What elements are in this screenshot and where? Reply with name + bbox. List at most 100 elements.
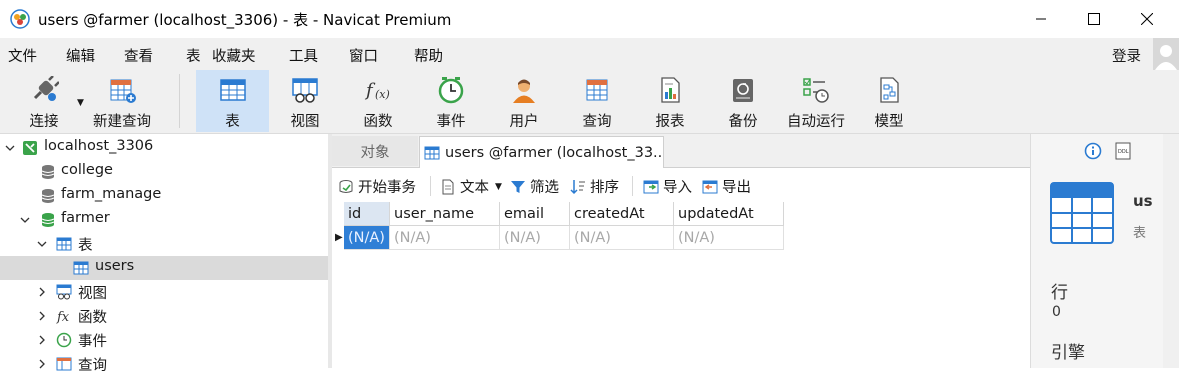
- tool-connect[interactable]: 连接: [14, 70, 74, 132]
- tab-objects[interactable]: 对象: [332, 136, 418, 166]
- toolbar-divider: [179, 74, 180, 128]
- tool-event[interactable]: 事件: [421, 70, 481, 132]
- menu-view[interactable]: 查看: [124, 45, 153, 66]
- info-icon[interactable]: [1084, 142, 1102, 160]
- tool-report[interactable]: 报表: [640, 70, 700, 132]
- menu-favorites[interactable]: 收藏夹: [212, 45, 256, 66]
- import-label: 导入: [663, 180, 692, 196]
- column-header-user-name[interactable]: user_name: [390, 202, 500, 226]
- close-button[interactable]: [1124, 0, 1170, 38]
- tool-view[interactable]: 视图: [275, 70, 335, 132]
- query-icon: [586, 79, 608, 101]
- chevron-right-icon[interactable]: [37, 335, 47, 345]
- table-toolbar: 开始事务 文本 ▼ 筛选 排序 导入 导出: [332, 170, 1030, 202]
- tab-users-table[interactable]: users @farmer (localhost_33...: [419, 136, 664, 168]
- function-icon: f (x): [364, 80, 390, 101]
- database-icon: [41, 165, 55, 179]
- tree-node-college[interactable]: college: [0, 160, 328, 184]
- info-panel-scrollbar[interactable]: [1163, 134, 1179, 368]
- minimize-button[interactable]: [1018, 0, 1064, 38]
- column-header-updated-at[interactable]: updatedAt: [674, 202, 784, 226]
- tool-model[interactable]: 模型: [859, 70, 919, 132]
- begin-transaction-button[interactable]: 开始事务: [338, 176, 416, 197]
- svg-text:(x): (x): [375, 88, 390, 101]
- tree-node-events[interactable]: 事件: [0, 328, 328, 352]
- clock-icon: [56, 332, 72, 348]
- tool-auto-run-label: 自动运行: [787, 114, 845, 130]
- menu-window[interactable]: 窗口: [349, 45, 378, 66]
- tree-label-queries: 查询: [78, 358, 107, 374]
- column-header-email[interactable]: email: [500, 202, 570, 226]
- login-link[interactable]: 登录: [1112, 45, 1141, 66]
- tool-new-query-label: 新建查询: [93, 114, 151, 130]
- tool-new-query[interactable]: 新建查询: [86, 70, 158, 132]
- chevron-down-icon[interactable]: [20, 215, 30, 225]
- navigation-tree: localhost_3306 college farm_manage farme…: [0, 134, 328, 374]
- connect-dropdown-arrow-icon[interactable]: ▼: [77, 98, 84, 108]
- table-cell[interactable]: (N/A): [674, 226, 784, 250]
- menu-tools[interactable]: 工具: [289, 45, 318, 66]
- tree-node-farm-manage[interactable]: farm_manage: [0, 184, 328, 208]
- menu-table[interactable]: 表: [186, 45, 201, 66]
- data-grid: id user_name email createdAt updatedAt ▶…: [332, 202, 1030, 368]
- tree-node-functions[interactable]: fx 函数: [0, 304, 328, 328]
- tree-label-events: 事件: [78, 334, 107, 350]
- info-panel: DDL us 表 行 0 引擎: [1030, 134, 1179, 368]
- chevron-right-icon[interactable]: [37, 311, 47, 321]
- table-cell[interactable]: (N/A): [570, 226, 674, 250]
- main-toolbar: 连接 ▼ 新建查询 表 视图 f (x) 函数 事件 用户 查询 报表 备份 自动…: [0, 70, 1179, 134]
- backup-icon: [733, 79, 753, 102]
- table-icon: [73, 261, 89, 275]
- maximize-icon: [1088, 13, 1100, 25]
- navicat-logo-icon: [10, 9, 30, 29]
- tool-auto-run[interactable]: 自动运行: [782, 70, 850, 132]
- sort-button[interactable]: 排序: [570, 176, 619, 197]
- tool-backup[interactable]: 备份: [713, 70, 773, 132]
- tool-table[interactable]: 表: [196, 70, 269, 132]
- tree-node-farmer[interactable]: farmer: [0, 208, 328, 232]
- table-cell[interactable]: (N/A): [390, 226, 500, 250]
- tree-label-connection: localhost_3306: [44, 138, 154, 154]
- chevron-down-icon[interactable]: [5, 143, 15, 153]
- report-icon: [661, 77, 680, 103]
- object-name: us: [1133, 192, 1153, 210]
- database-icon: [41, 189, 55, 203]
- chevron-right-icon[interactable]: [37, 287, 47, 297]
- document-icon: [442, 179, 454, 194]
- text-view-label: 文本: [460, 180, 489, 196]
- tool-function[interactable]: f (x) 函数: [348, 70, 408, 132]
- row-pointer-icon: ▶: [335, 232, 343, 243]
- table-cell[interactable]: (N/A): [500, 226, 570, 250]
- tree-label-users: users: [95, 258, 135, 274]
- tree-node-tables[interactable]: 表: [0, 232, 328, 256]
- minimize-icon: [1036, 18, 1046, 20]
- column-header-created-at[interactable]: createdAt: [570, 202, 674, 226]
- maximize-button[interactable]: [1071, 0, 1117, 38]
- tree-node-queries[interactable]: 查询: [0, 352, 328, 376]
- tree-node-connection[interactable]: localhost_3306: [0, 136, 328, 160]
- tree-node-users[interactable]: users: [0, 256, 328, 280]
- tool-user[interactable]: 用户: [494, 70, 554, 132]
- chevron-down-icon[interactable]: [37, 239, 47, 249]
- export-button[interactable]: 导出: [702, 176, 751, 197]
- ddl-icon[interactable]: DDL: [1114, 142, 1132, 160]
- rows-value: 0: [1052, 304, 1061, 320]
- tool-query[interactable]: 查询: [567, 70, 627, 132]
- filter-button[interactable]: 筛选: [510, 176, 559, 197]
- column-header-id[interactable]: id: [344, 202, 390, 226]
- query-icon: [56, 357, 72, 371]
- sort-icon: [570, 179, 585, 194]
- table-icon: [424, 146, 440, 159]
- tree-node-views[interactable]: 视图: [0, 280, 328, 304]
- menu-help[interactable]: 帮助: [414, 45, 443, 66]
- text-view-button[interactable]: 文本 ▼: [440, 176, 502, 197]
- table-icon: [56, 237, 72, 251]
- tree-label-views: 视图: [78, 286, 107, 302]
- import-button[interactable]: 导入: [643, 176, 692, 197]
- menu-edit[interactable]: 编辑: [66, 45, 95, 66]
- table-cell-selected[interactable]: (N/A): [344, 226, 390, 250]
- avatar[interactable]: [1153, 38, 1179, 70]
- menu-file[interactable]: 文件: [8, 45, 37, 66]
- table-large-icon: [1050, 182, 1114, 244]
- new-query-icon: [110, 79, 136, 103]
